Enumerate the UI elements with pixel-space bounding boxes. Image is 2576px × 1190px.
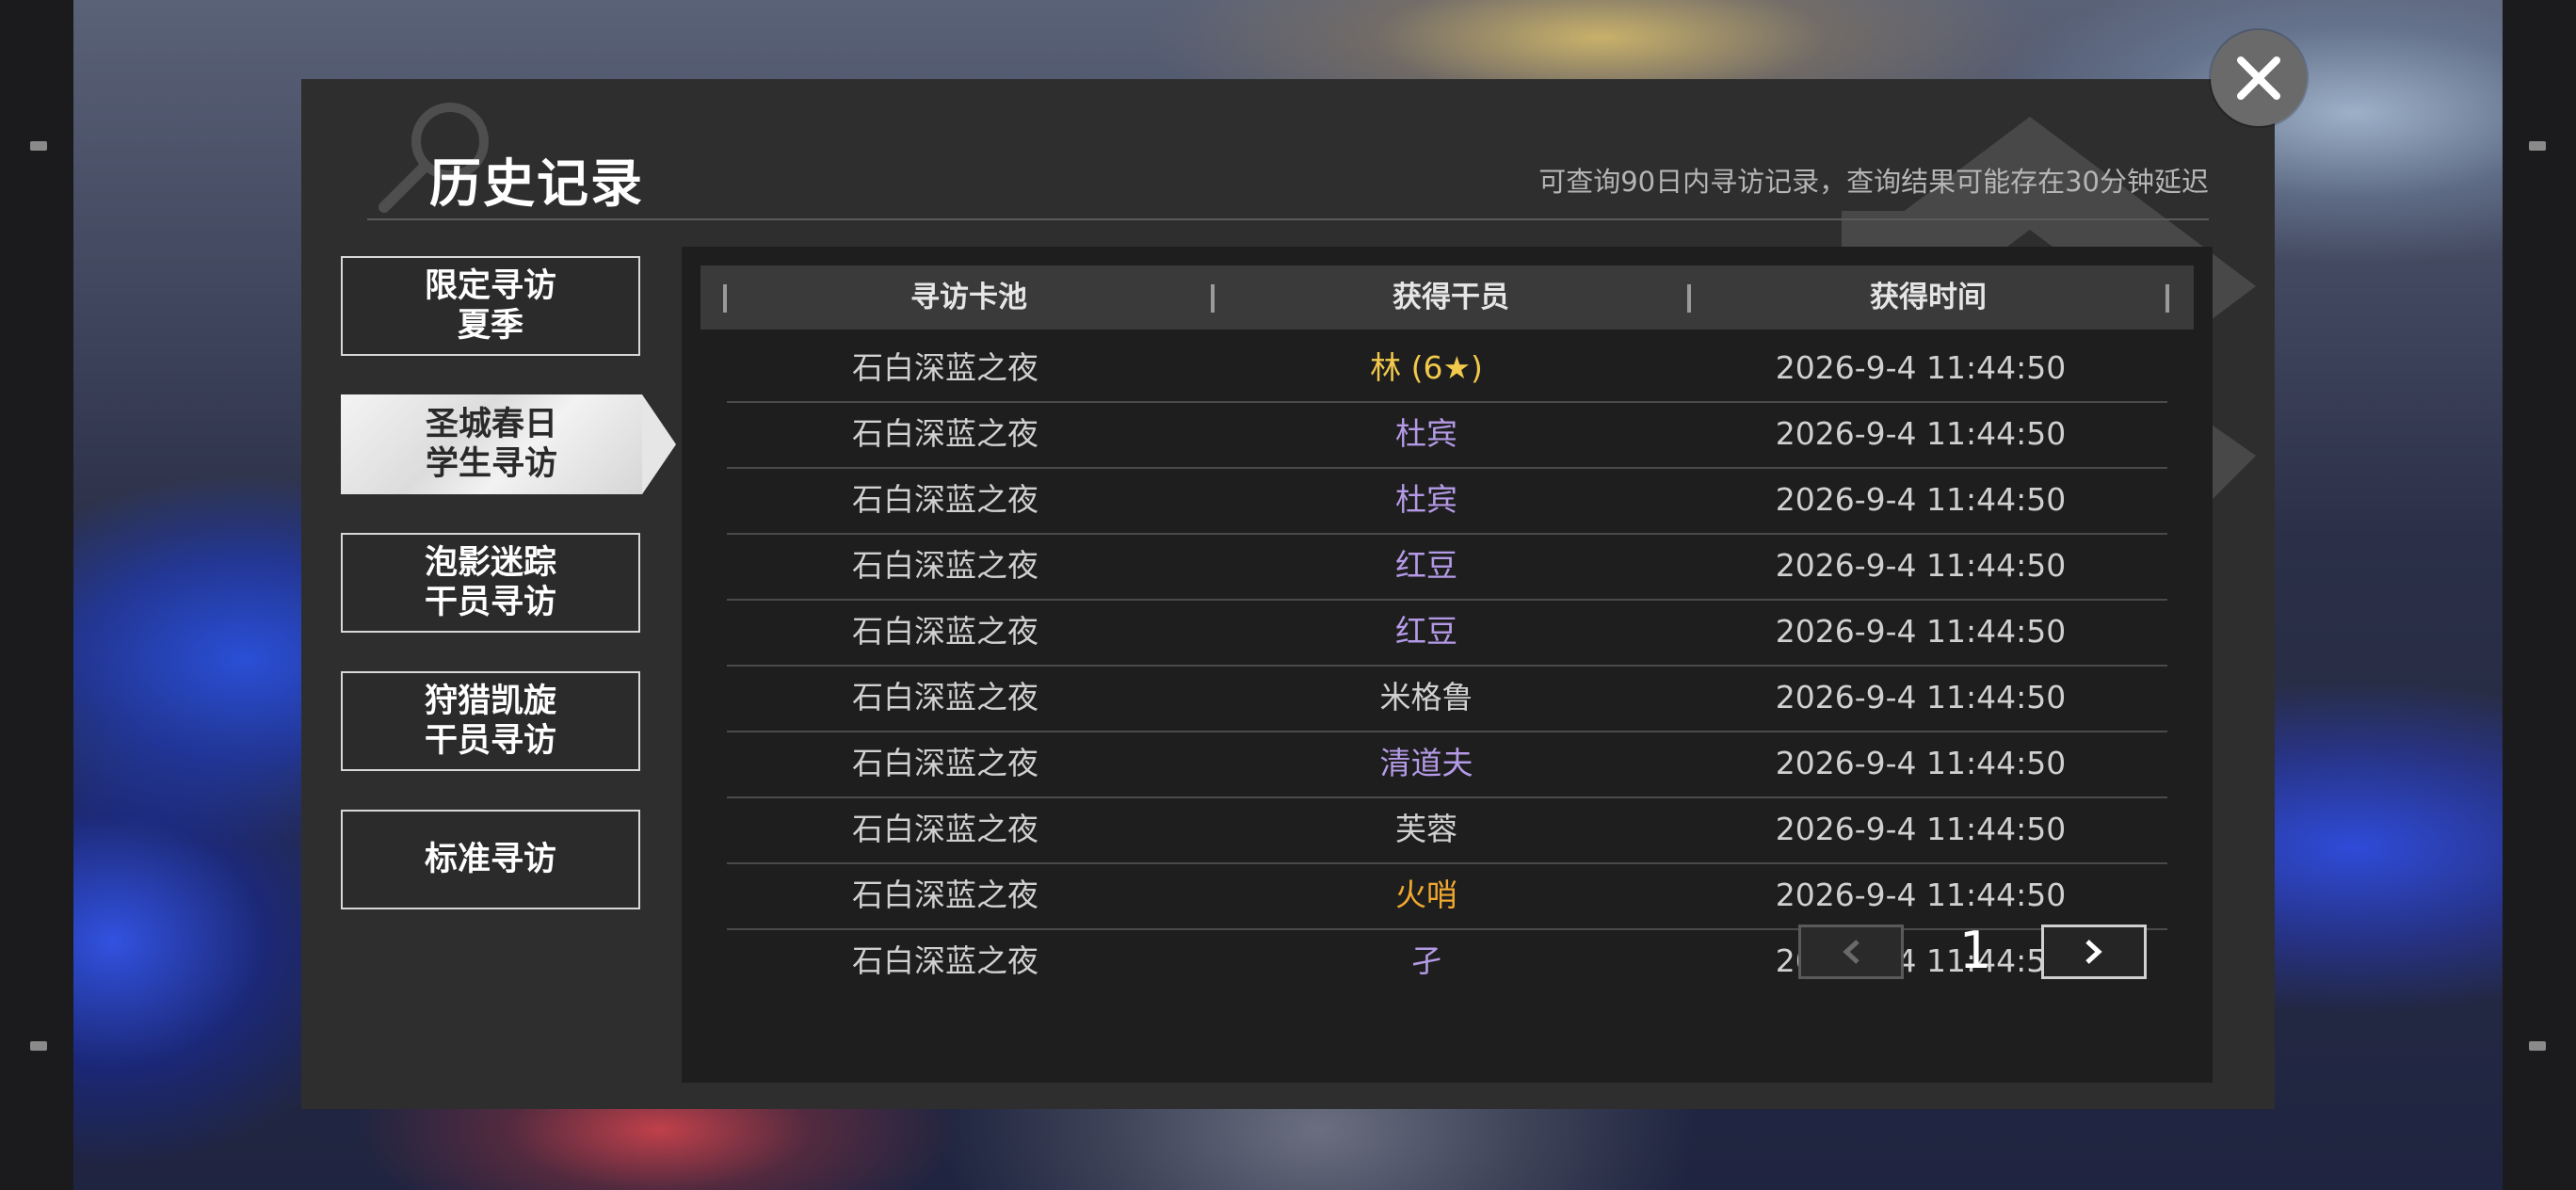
close-icon xyxy=(2237,56,2280,100)
page-title: 历史记录 xyxy=(429,153,645,214)
tab-label-line2: 干员寻访 xyxy=(424,722,556,760)
pool-cell: 石白深蓝之夜 xyxy=(852,415,1038,452)
operator-cell: 米格鲁 xyxy=(1379,679,1473,716)
pool-cell: 石白深蓝之夜 xyxy=(852,942,1038,979)
title-divider xyxy=(367,218,2209,220)
table-row: 石白深蓝之夜 杜宾 2026-9-4 11:44:50 xyxy=(727,401,2167,469)
table-row: 石白深蓝之夜 红豆 2026-9-4 11:44:50 xyxy=(727,533,2167,601)
bezel-tick xyxy=(30,141,47,151)
tab-holy-city-spring[interactable]: 圣城春日 学生寻访 xyxy=(341,394,676,494)
table-header: 寻访卡池 获得干员 获得时间 xyxy=(700,265,2194,330)
table-row: 石白深蓝之夜 红豆 2026-9-4 11:44:50 xyxy=(727,599,2167,667)
operator-cell: 杜宾 xyxy=(1395,415,1457,452)
tab-label-line1: 限定寻访 xyxy=(424,267,556,305)
chevron-right-icon xyxy=(2085,940,2102,964)
next-page-button[interactable] xyxy=(2041,925,2147,979)
table-row: 石白深蓝之夜 杜宾 2026-9-4 11:44:50 xyxy=(727,467,2167,535)
bezel-tick xyxy=(2529,141,2546,151)
chevron-left-icon xyxy=(1843,940,1860,964)
time-cell: 2026-9-4 11:44:50 xyxy=(1775,481,2067,518)
pool-cell: 石白深蓝之夜 xyxy=(852,745,1038,781)
pool-cell: 石白深蓝之夜 xyxy=(852,349,1038,386)
time-cell: 2026-9-4 11:44:50 xyxy=(1775,415,2067,452)
tab-label-line1: 狩猎凯旋 xyxy=(424,683,556,720)
tab-label-line1: 标准寻访 xyxy=(424,841,556,878)
page-number: 1 xyxy=(1958,921,1992,980)
tab-label-line1: 泡影迷踪 xyxy=(424,544,556,582)
time-cell: 2026-9-4 11:44:50 xyxy=(1775,679,2067,716)
tab-hunting-triumph[interactable]: 狩猎凯旋 干员寻访 xyxy=(341,671,640,771)
operator-cell: 林 (6★) xyxy=(1370,349,1483,386)
history-panel: 历史记录 可查询90日内寻访记录，查询结果可能存在30分钟延迟 限定寻访 夏季 … xyxy=(301,79,2275,1109)
pool-cell: 石白深蓝之夜 xyxy=(852,811,1038,847)
time-cell: 2026-9-4 11:44:50 xyxy=(1775,349,2067,386)
time-cell: 2026-9-4 11:44:50 xyxy=(1775,547,2067,584)
table-row: 石白深蓝之夜 林 (6★) 2026-9-4 11:44:50 xyxy=(727,335,2167,403)
tab-bubble-trace[interactable]: 泡影迷踪 干员寻访 xyxy=(341,533,640,633)
table-row: 石白深蓝之夜 芙蓉 2026-9-4 11:44:50 xyxy=(727,796,2167,864)
pool-cell: 石白深蓝之夜 xyxy=(852,613,1038,650)
header-pool: 寻访卡池 xyxy=(910,281,1027,314)
table-row: 石白深蓝之夜 米格鲁 2026-9-4 11:44:50 xyxy=(727,665,2167,732)
bezel-tick xyxy=(2529,1041,2546,1051)
query-note: 可查询90日内寻访记录，查询结果可能存在30分钟延迟 xyxy=(1538,166,2209,198)
time-cell: 2026-9-4 11:44:50 xyxy=(1775,876,2067,913)
header-operator: 获得干员 xyxy=(1393,281,1509,314)
header-time: 获得时间 xyxy=(1870,281,1987,314)
tab-label-line1: 圣城春日 xyxy=(425,406,557,443)
tab-label-line2: 学生寻访 xyxy=(425,445,557,483)
table-row: 石白深蓝之夜 清道夫 2026-9-4 11:44:50 xyxy=(727,731,2167,798)
operator-cell: 芙蓉 xyxy=(1395,811,1457,847)
operator-cell: 火哨 xyxy=(1395,876,1457,913)
tab-label-line2: 夏季 xyxy=(457,307,523,345)
pool-cell: 石白深蓝之夜 xyxy=(852,547,1038,584)
operator-cell: 红豆 xyxy=(1395,613,1457,650)
operator-cell: 红豆 xyxy=(1395,547,1457,584)
time-cell: 2026-9-4 11:44:50 xyxy=(1775,745,2067,781)
pool-cell: 石白深蓝之夜 xyxy=(852,876,1038,913)
operator-cell: 杜宾 xyxy=(1395,481,1457,518)
right-device-bezel xyxy=(2503,0,2576,1190)
time-cell: 2026-9-4 11:44:50 xyxy=(1775,811,2067,847)
time-cell: 2026-9-4 11:44:50 xyxy=(1775,613,2067,650)
tab-limited-summer[interactable]: 限定寻访 夏季 xyxy=(341,256,640,356)
pool-cell: 石白深蓝之夜 xyxy=(852,679,1038,716)
operator-cell: 清道夫 xyxy=(1379,745,1473,781)
left-device-bezel xyxy=(0,0,73,1190)
bezel-tick xyxy=(30,1041,47,1051)
pool-cell: 石白深蓝之夜 xyxy=(852,481,1038,518)
prev-page-button[interactable] xyxy=(1798,925,1904,979)
operator-cell: 孑 xyxy=(1410,942,1442,979)
tab-label-line2: 干员寻访 xyxy=(424,584,556,621)
close-button[interactable] xyxy=(2211,30,2307,126)
tab-standard[interactable]: 标准寻访 xyxy=(341,810,640,909)
header-separator xyxy=(2165,284,2169,313)
